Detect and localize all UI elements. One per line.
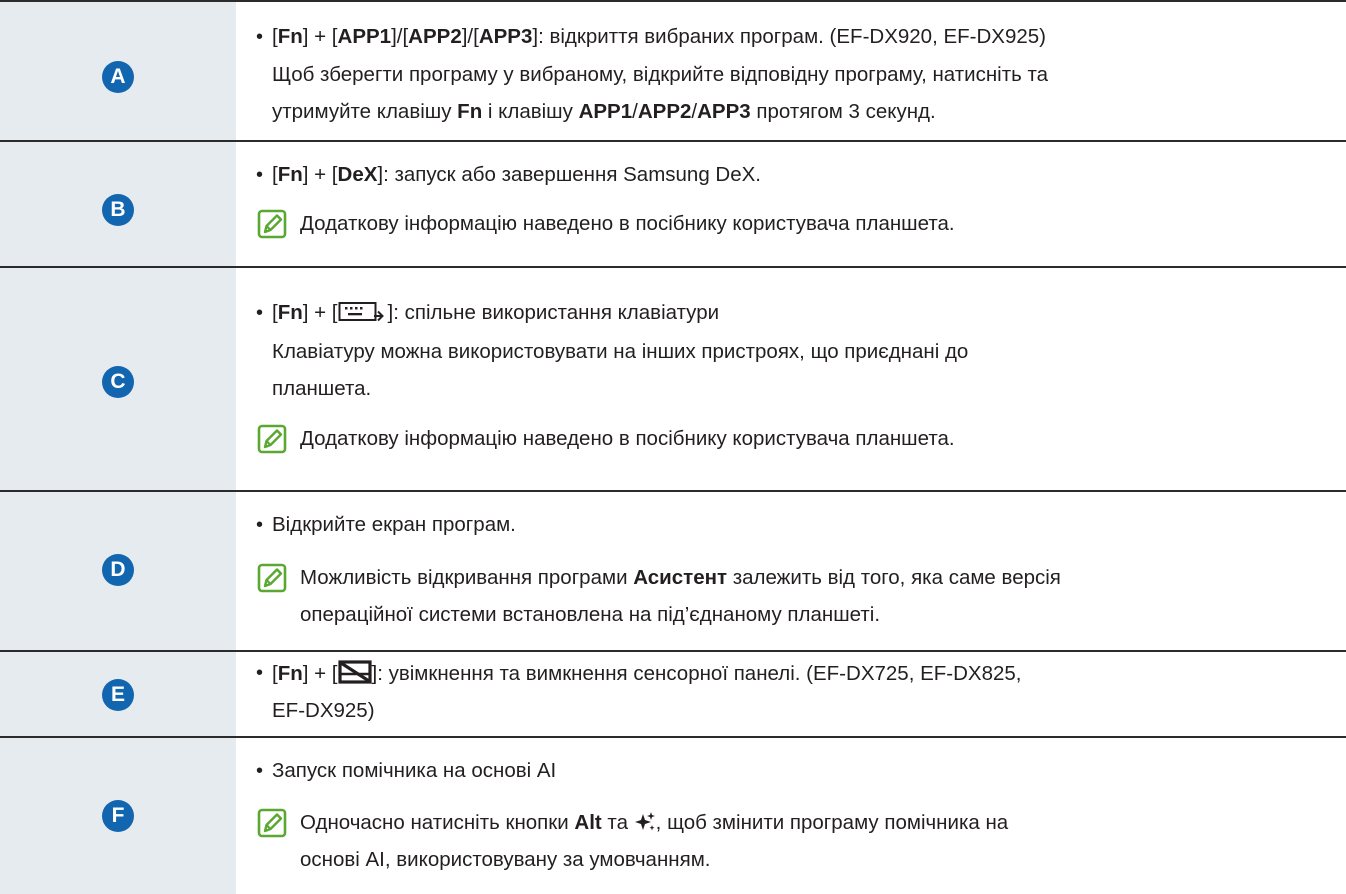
bullet: • — [256, 760, 264, 782]
table-row-d: D • Відкрийте екран програм. Можливість … — [0, 490, 1346, 650]
description-line-1: Клавіатуру можна використовувати на інши… — [272, 340, 969, 363]
shortcut-fn-keyboard-share: [Fn] + [ ]: спільне використання клавіат… — [272, 301, 720, 324]
note-line-2: операційної системи встановлена на під’є… — [300, 603, 881, 626]
badge-f: F — [102, 800, 134, 832]
table-row-b: B • [Fn] + [DeX]: запуск або завершення … — [0, 140, 1346, 266]
badge-a: A — [102, 61, 134, 93]
bullet: • — [256, 26, 264, 48]
row-label-cell: E — [0, 652, 236, 736]
note-line-1: Одночасно натисніть кнопки Alt та , щоб … — [300, 811, 1009, 834]
note-icon — [257, 808, 287, 838]
row-label-cell: A — [0, 2, 236, 140]
table-row-f: F • Запуск помічника на основі AI Одноча… — [0, 736, 1346, 894]
table-row-c: C • [Fn] + [ ]: спільне використання кла… — [0, 266, 1346, 490]
note-line-2: основі AI, використовувану за умовчанням… — [300, 848, 711, 871]
bullet: • — [256, 302, 264, 324]
note-icon — [257, 424, 287, 454]
badge-d: D — [102, 554, 134, 586]
ai-sparkle-icon — [634, 812, 655, 831]
badge-b: B — [102, 194, 134, 226]
row-label-cell: D — [0, 492, 236, 650]
shortcut-fn-dex: [Fn] + [DeX]: запуск або завершення Sams… — [272, 163, 761, 186]
row-label-cell: C — [0, 268, 236, 490]
bullet-text: Запуск помічника на основі AI — [272, 759, 557, 782]
description-line-1: Щоб зберегти програму у вибраному, відкр… — [272, 63, 1049, 86]
bullet: • — [256, 164, 264, 186]
note-line-1: Можливість відкривання програми Асистент… — [300, 566, 1061, 589]
shortcut-fn-touchpad: [Fn] + [ ]: увімкнення та вимкнення сенс… — [272, 660, 1022, 685]
bullet-text-line-2: EF-DX925) — [272, 699, 375, 722]
bullet: • — [256, 514, 264, 536]
touchpad-off-icon — [337, 660, 372, 684]
description-line-2: утримуйте клавішу Fn і клавішу APP1/APP2… — [272, 100, 936, 123]
badge-c: C — [102, 366, 134, 398]
note-text: Додаткову інформацію наведено в посібник… — [300, 427, 955, 450]
shortcut-fn-app: [Fn] + [APP1]/[APP2]/[APP3]: відкриття в… — [272, 25, 1047, 48]
table-row-e: E • [Fn] + [ ]: увімкнення та вимкнення … — [0, 650, 1346, 736]
row-label-cell: B — [0, 142, 236, 266]
description-line-2: планшета. — [272, 377, 372, 400]
table-row-a: A • [Fn] + [APP1]/[APP2]/[APP3]: відкрит… — [0, 0, 1346, 140]
note-icon — [257, 563, 287, 593]
row-label-cell: F — [0, 738, 236, 894]
keyboard-share-icon — [338, 302, 384, 322]
badge-e: E — [102, 679, 134, 711]
bullet-text: Відкрийте екран програм. — [272, 513, 516, 536]
note-text: Додаткову інформацію наведено в посібник… — [300, 212, 955, 235]
note-icon — [257, 209, 287, 239]
bullet: • — [256, 662, 264, 684]
